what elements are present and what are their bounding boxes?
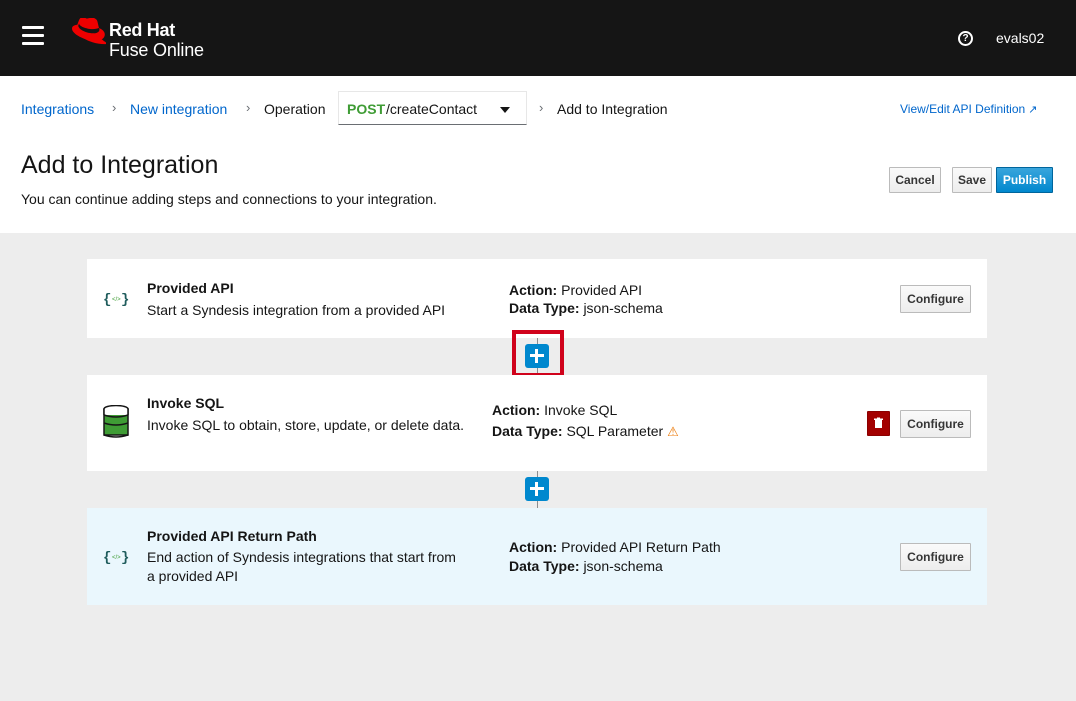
delete-step-button[interactable] [867, 411, 890, 436]
page-header: Integrations › New integration › Operati… [0, 76, 1076, 233]
breadcrumb-separator-icon: › [112, 100, 117, 115]
action-value: Invoke SQL [544, 402, 618, 418]
step-title: Provided API [147, 280, 234, 296]
step-action: Action: Invoke SQL [492, 401, 617, 420]
action-label: Action: [509, 282, 558, 298]
datatype-value: json-schema [583, 300, 663, 316]
svg-text:</>: </> [112, 555, 121, 561]
svg-text:}: } [121, 550, 129, 566]
breadcrumb-integrations[interactable]: Integrations [21, 101, 94, 117]
configure-button[interactable]: Configure [900, 410, 971, 438]
datatype-value: SQL Parameter [566, 423, 664, 439]
breadcrumb-new-integration[interactable]: New integration [130, 101, 227, 117]
datatype-value: json-schema [583, 558, 663, 574]
operation-path: /createContact [386, 101, 478, 117]
action-label: Action: [509, 539, 558, 555]
page-title: Add to Integration [21, 151, 219, 179]
question-circle-icon[interactable]: ? [958, 31, 973, 46]
masthead: Red Hat Fuse Online ? evals02 [0, 0, 1076, 76]
brand-logo[interactable]: Red Hat Fuse Online [68, 18, 218, 62]
breadcrumb-separator-icon: › [539, 100, 544, 115]
hamburger-menu-icon[interactable] [22, 26, 44, 48]
external-link-icon: ↗ [1028, 104, 1038, 116]
step-title: Provided API Return Path [147, 528, 317, 544]
svg-text:}: } [121, 292, 129, 308]
breadcrumb-current: Add to Integration [557, 101, 668, 117]
action-value: Provided API [561, 282, 643, 298]
view-edit-api-link[interactable]: View/Edit API Definition ↗ [900, 102, 1037, 116]
step-description: Invoke SQL to obtain, store, update, or … [147, 417, 465, 433]
warning-triangle-icon[interactable]: ⚠ [667, 424, 679, 439]
step-datatype: Data Type: json-schema [509, 557, 663, 576]
svg-text:{: { [103, 292, 111, 308]
step-card-return-path: { } </> Provided API Return Path End act… [87, 508, 987, 605]
publish-button[interactable]: Publish [996, 167, 1053, 193]
action-value: Provided API Return Path [561, 539, 721, 555]
operation-select[interactable]: POST /createContact [338, 91, 527, 125]
datatype-label: Data Type: [492, 423, 563, 439]
svg-text:{: { [103, 550, 111, 566]
datatype-label: Data Type: [509, 300, 580, 316]
step-datatype: Data Type: SQL Parameter ⚠ [492, 422, 679, 441]
product-name: Fuse Online [109, 40, 204, 60]
step-action: Action: Provided API [509, 281, 642, 300]
breadcrumb-operation: Operation [264, 101, 326, 117]
operation-method: POST [347, 101, 386, 117]
cancel-button[interactable]: Cancel [889, 167, 941, 193]
database-icon [103, 405, 129, 438]
red-hat-logo-icon [72, 18, 106, 45]
json-braces-icon: { } </> [103, 550, 129, 566]
page-description: You can continue adding steps and connec… [21, 191, 437, 207]
json-braces-icon: { } </> [103, 292, 129, 308]
datatype-label: Data Type: [509, 558, 580, 574]
action-label: Action: [492, 402, 541, 418]
step-description: Start a Syndesis integration from a prov… [147, 302, 446, 318]
add-step-plus-icon[interactable] [525, 477, 549, 501]
configure-button[interactable]: Configure [900, 543, 971, 571]
svg-text:</>: </> [112, 297, 121, 303]
trash-icon [874, 417, 883, 428]
breadcrumb-separator-icon: › [246, 100, 251, 115]
caret-down-icon [500, 107, 510, 113]
save-button[interactable]: Save [952, 167, 992, 193]
configure-button[interactable]: Configure [900, 285, 971, 313]
step-datatype: Data Type: json-schema [509, 299, 663, 318]
step-action: Action: Provided API Return Path [509, 538, 721, 557]
step-card-invoke-sql: Invoke SQL Invoke SQL to obtain, store, … [87, 375, 987, 471]
step-title: Invoke SQL [147, 395, 225, 411]
user-menu[interactable]: evals02 [996, 30, 1044, 46]
highlight-box [512, 330, 564, 377]
step-card-provided-api: { } </> Provided API Start a Syndesis in… [87, 259, 987, 338]
brand-name: Red Hat [109, 20, 175, 40]
api-link-label: View/Edit API Definition [900, 102, 1026, 116]
step-description: End action of Syndesis integrations that… [147, 549, 456, 584]
